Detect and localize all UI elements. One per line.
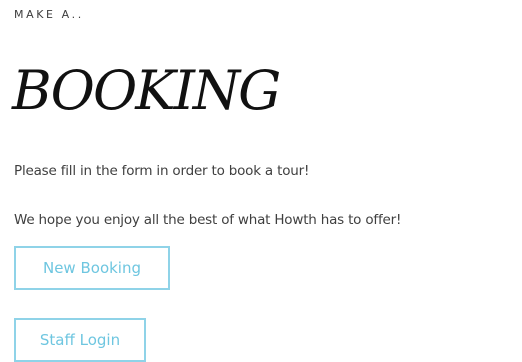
new-booking-button[interactable]: New Booking	[14, 246, 170, 290]
tagline-text: We hope you enjoy all the best of what H…	[14, 212, 402, 228]
staff-login-button[interactable]: Staff Login	[14, 318, 146, 362]
page-title: BOOKING	[12, 59, 281, 122]
intro-text: Please fill in the form in order to book…	[14, 163, 310, 179]
page-eyebrow: MAKE A..	[14, 8, 84, 21]
